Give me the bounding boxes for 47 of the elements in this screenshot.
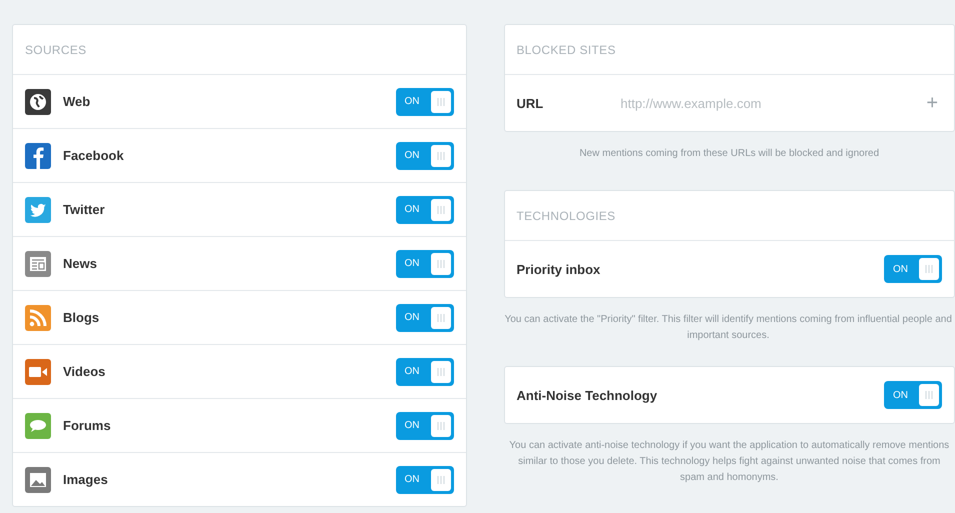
grip-icon <box>436 474 446 484</box>
source-label: Web <box>63 94 92 109</box>
grip-icon <box>436 258 446 268</box>
grip-icon <box>436 204 446 214</box>
source-label: Facebook <box>63 148 125 163</box>
source-label: Images <box>63 472 109 487</box>
toggle-switch[interactable]: ON <box>884 255 942 283</box>
toggle-switch[interactable]: ON <box>396 358 454 386</box>
facebook-icon <box>25 142 51 168</box>
source-label: Blogs <box>63 310 100 325</box>
toggle-switch[interactable]: ON <box>396 196 454 224</box>
bird-icon <box>25 196 51 222</box>
setting-label: Anti-Noise Technology <box>516 388 658 402</box>
section-title: SOURCES <box>25 42 86 56</box>
grip-icon <box>924 264 934 274</box>
toggle-switch[interactable]: ON <box>884 381 942 409</box>
grip-icon <box>436 366 446 376</box>
newspaper-icon <box>25 250 51 276</box>
source-label: Forums <box>63 418 112 433</box>
setting-label: Priority inbox <box>516 262 602 276</box>
help-text: You can activate the "Priority" filter. This filter will identify mentions coming from influential people and important sources. <box>504 313 953 343</box>
field-label: URL <box>516 96 544 110</box>
rss-icon <box>25 304 51 330</box>
source-label: Videos <box>63 364 106 379</box>
video-camera-icon <box>25 358 51 384</box>
grip-icon <box>436 420 446 430</box>
source-label: Twitter <box>63 202 106 217</box>
section-title: TECHNOLOGIES <box>516 208 616 222</box>
speech-bubble-icon <box>25 412 51 438</box>
grip-icon <box>436 150 446 160</box>
toggle-switch[interactable]: ON <box>396 142 454 170</box>
source-label: News <box>63 256 98 271</box>
toggle-switch[interactable]: ON <box>396 250 454 278</box>
image-icon <box>25 466 51 492</box>
toggle-switch[interactable]: ON <box>396 88 454 116</box>
help-text: You can activate anti-noise technology if you want the application to automatically remove mentions similar to those you delete. This technology helps fight against unwanted noise that comes from spam and homonyms. <box>508 439 950 485</box>
toggle-switch[interactable]: ON <box>396 304 454 332</box>
grip-icon <box>436 96 446 106</box>
globe-icon <box>25 88 51 114</box>
url-input-field[interactable]: http://www.example.com <box>618 94 910 112</box>
section-title: BLOCKED SITES <box>516 42 616 56</box>
toggle-switch[interactable]: ON <box>396 412 454 440</box>
help-text: New mentions coming from these URLs will be blocked and ignored <box>578 147 880 161</box>
add-button[interactable]: + <box>922 92 942 114</box>
toggle-switch[interactable]: ON <box>396 466 454 494</box>
grip-icon <box>436 312 446 322</box>
grip-icon <box>924 390 934 400</box>
